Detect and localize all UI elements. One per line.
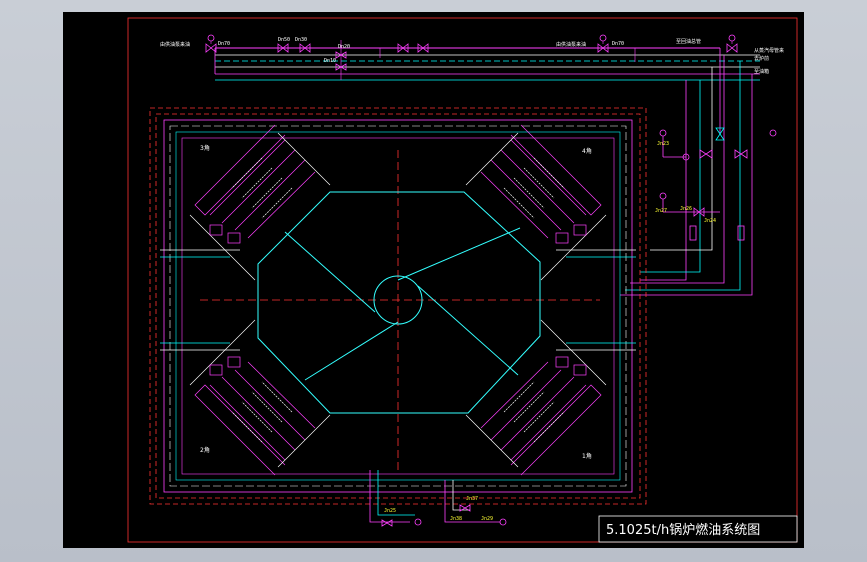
valve-label-1: Dn70 [218,41,230,47]
oil-system-drawing: 5.1025t/h锅炉燃油系统图 由供油泵来油 由供油泵来油 至回油总管 从蒸汽… [63,12,804,548]
title-block: 5.1025t/h锅炉燃油系统图 [598,515,798,543]
corner-label-3: 3角 [200,144,210,152]
right-label-3: Jn27 [655,208,667,214]
right-header-label-4: 至油箱 [754,68,769,75]
left-oil-source-label: 由供油泵来油 [160,41,190,48]
drawing-canvas [63,12,804,548]
right-label-4: Jn24 [704,218,716,224]
drawing-title: 5.1025t/h锅炉燃油系统图 [606,522,760,538]
bottom-label-2: Jn37 [466,496,478,502]
bottom-label-3: Jn38 [450,516,462,522]
valve-label-2: Dn50 [278,37,290,43]
right-header-label-2: 从蒸汽母管来 [754,47,784,54]
right-label-2: Jn26 [680,206,692,212]
valve-label-3: Dn30 [295,37,307,43]
valve-label-4: Dn20 [338,44,350,50]
bottom-label-4: Jn29 [481,516,493,522]
valve-label-6: Dn70 [612,41,624,47]
right-header-label-1: 至回油总管 [676,38,701,45]
bottom-label-1: Jn25 [384,508,396,514]
right-oil-source-label: 由供油泵来油 [556,41,586,48]
valve-label-5: Dn10 [324,58,336,64]
corner-label-4: 4角 [582,147,592,155]
corner-label-1: 1角 [582,452,592,460]
right-header-label-3: 去炉前 [754,55,769,62]
right-label-1: Jn23 [657,141,669,147]
corner-label-2: 2角 [200,446,210,454]
